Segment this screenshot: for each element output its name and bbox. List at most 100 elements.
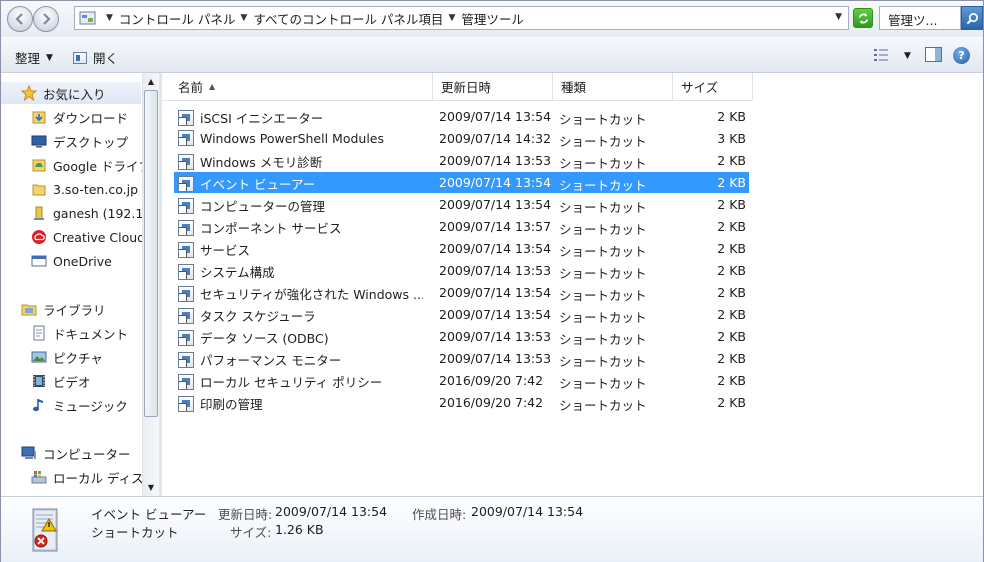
nav-item-creative-cloud[interactable]: Creative Cloud bbox=[1, 226, 145, 248]
file-row[interactable]: 印刷の管理 2016/09/20 7:42 ショートカット 2 KB bbox=[174, 392, 749, 413]
scroll-up-icon[interactable]: ▲ bbox=[143, 73, 159, 89]
forward-button[interactable] bbox=[33, 6, 59, 32]
nav-item-onedrive[interactable]: OneDrive bbox=[1, 250, 112, 272]
file-row[interactable]: iSCSI イニシエーター 2009/07/14 13:54 ショートカット 2 KB bbox=[174, 106, 749, 127]
nav-item-ganesh[interactable]: ganesh (192.16 bbox=[1, 202, 151, 224]
shortcut-icon bbox=[178, 175, 194, 192]
view-options-icon[interactable] bbox=[873, 47, 889, 63]
breadcrumb-all-items[interactable]: すべてのコントロール パネル項目 bbox=[253, 9, 443, 28]
onedrive-icon bbox=[31, 253, 47, 269]
file-date: 2009/07/14 13:54 bbox=[439, 197, 552, 212]
scrollbar-thumb[interactable] bbox=[144, 90, 158, 417]
file-row[interactable]: タスク スケジューラ 2009/07/14 13:54 ショートカット 2 KB bbox=[174, 304, 749, 325]
view-dropdown-icon[interactable]: ▼ bbox=[904, 51, 911, 61]
arrow-right-icon bbox=[43, 13, 51, 25]
file-row[interactable]: イベント ビューアー 2009/07/14 13:54 ショートカット 2 KB bbox=[174, 172, 749, 193]
control-panel-icon bbox=[79, 11, 96, 25]
nav-item-downloads[interactable]: ダウンロード bbox=[1, 106, 128, 128]
shortcut-icon bbox=[178, 153, 194, 170]
event-viewer-icon bbox=[32, 508, 58, 552]
column-header-size[interactable]: サイズ bbox=[673, 73, 753, 100]
file-row[interactable]: システム構成 2009/07/14 13:53 ショートカット 2 KB bbox=[174, 260, 749, 281]
shortcut-icon bbox=[178, 395, 194, 412]
file-date: 2009/07/14 13:53 bbox=[439, 153, 552, 168]
file-name-cell: ローカル セキュリティ ポリシー bbox=[178, 372, 423, 391]
nav-favorites-label: お気に入り bbox=[43, 86, 106, 102]
breadcrumb-separator-icon[interactable]: ▼ bbox=[448, 13, 455, 23]
details-modified-value: 2009/07/14 13:54 bbox=[275, 504, 388, 519]
column-header-type[interactable]: 種類 bbox=[553, 73, 673, 100]
file-row[interactable]: コンピューターの管理 2009/07/14 13:54 ショートカット 2 KB bbox=[174, 194, 749, 215]
file-size: 2 KB bbox=[717, 307, 746, 322]
nav-item-desktop[interactable]: デスクトップ bbox=[1, 130, 128, 152]
navigation-pane: お気に入り ダウンロード デスクトップ Google ドライブ 3.so-ten… bbox=[1, 73, 159, 496]
file-row[interactable]: サービス 2009/07/14 13:54 ショートカット 2 KB bbox=[174, 238, 749, 259]
nav-item-so-ten[interactable]: 3.so-ten.co.jp bbox=[1, 178, 138, 200]
breadcrumb-control-panel[interactable]: コントロール パネル bbox=[119, 9, 235, 28]
nav-libraries-label: ライブラリ bbox=[43, 302, 106, 318]
organize-button[interactable]: 整理 ▼ bbox=[15, 48, 53, 67]
arrow-left-icon bbox=[15, 13, 23, 25]
file-row[interactable]: セキュリティが強化された Windows ... 2009/07/14 13:54… bbox=[174, 282, 749, 303]
refresh-button[interactable] bbox=[853, 8, 873, 28]
column-date-label: 更新日時 bbox=[441, 80, 492, 95]
nav-item-documents[interactable]: ドキュメント bbox=[1, 322, 128, 344]
nav-item-label: ganesh (192.16 bbox=[53, 205, 152, 221]
network-folder-icon bbox=[31, 205, 47, 221]
file-date: 2009/07/14 13:54 bbox=[439, 241, 552, 256]
file-name: イベント ビューアー bbox=[200, 177, 316, 192]
file-name: コンピューターの管理 bbox=[200, 199, 326, 214]
help-icon[interactable]: ? bbox=[953, 47, 970, 64]
nav-item-videos[interactable]: ビデオ bbox=[1, 370, 91, 392]
column-header-date[interactable]: 更新日時 bbox=[433, 73, 553, 100]
shortcut-icon bbox=[178, 285, 194, 302]
shortcut-icon bbox=[178, 241, 194, 258]
column-header-name[interactable]: 名前 ▲ bbox=[170, 73, 433, 100]
file-size: 2 KB bbox=[717, 197, 746, 212]
file-date: 2009/07/14 13:54 bbox=[439, 175, 552, 190]
nav-item-google-drive[interactable]: Google ドライブ bbox=[1, 154, 151, 176]
file-size: 3 KB bbox=[717, 131, 746, 146]
shortcut-icon bbox=[178, 307, 194, 324]
file-name-cell: サービス bbox=[178, 240, 423, 259]
nav-favorites[interactable]: お気に入り bbox=[1, 82, 141, 104]
preview-pane-icon[interactable] bbox=[925, 47, 942, 62]
file-row[interactable]: データ ソース (ODBC) 2009/07/14 13:53 ショートカット 2 K… bbox=[174, 326, 749, 347]
file-name-cell: データ ソース (ODBC) bbox=[178, 328, 423, 347]
file-date: 2009/07/14 13:57 bbox=[439, 219, 552, 234]
file-row[interactable]: ローカル セキュリティ ポリシー 2016/09/20 7:42 ショートカット 2 … bbox=[174, 370, 749, 391]
file-type: ショートカット bbox=[559, 376, 647, 391]
open-button[interactable]: 開く bbox=[73, 48, 118, 67]
file-row[interactable]: Windows PowerShell Modules 2009/07/14 14:… bbox=[174, 128, 749, 149]
local-disk-icon bbox=[31, 469, 47, 485]
nav-item-label: Creative Cloud bbox=[53, 229, 146, 245]
search-input[interactable]: 管理ツ... bbox=[879, 6, 961, 30]
back-button[interactable] bbox=[7, 6, 33, 32]
breadcrumb-dropdown-icon[interactable]: ▼ bbox=[106, 13, 113, 23]
google-drive-folder-icon bbox=[31, 157, 47, 173]
documents-icon bbox=[31, 325, 47, 341]
nav-scrollbar[interactable]: ▲ ▼ bbox=[142, 73, 159, 496]
file-row[interactable]: コンポーネント サービス 2009/07/14 13:57 ショートカット 2 KB bbox=[174, 216, 749, 237]
scroll-down-icon[interactable]: ▼ bbox=[143, 479, 159, 495]
address-box[interactable]: ▼ コントロール パネル ▼ すべてのコントロール パネル項目 ▼ 管理ツール … bbox=[74, 6, 849, 30]
search-button[interactable] bbox=[961, 6, 983, 30]
file-type: ショートカット bbox=[559, 156, 647, 171]
file-size: 2 KB bbox=[717, 395, 746, 410]
nav-libraries[interactable]: ライブラリ bbox=[1, 298, 106, 320]
address-history-dropdown-icon[interactable]: ▼ bbox=[835, 12, 842, 22]
breadcrumb-admin-tools[interactable]: 管理ツール bbox=[461, 9, 524, 28]
nav-item-label: 3.so-ten.co.jp bbox=[53, 181, 138, 197]
file-name: iSCSI イニシエーター bbox=[200, 111, 324, 126]
nav-item-local-disk[interactable]: ローカル ディス bbox=[1, 466, 144, 488]
details-file-type: ショートカット bbox=[91, 525, 179, 540]
nav-computer[interactable]: コンピューター bbox=[1, 442, 131, 464]
chevron-down-icon: ▼ bbox=[46, 52, 53, 63]
nav-item-music[interactable]: ミュージック bbox=[1, 394, 128, 416]
file-row[interactable]: Windows メモリ診断 2009/07/14 13:53 ショートカット 2 KB bbox=[174, 150, 749, 171]
details-size-value: 1.26 KB bbox=[275, 522, 324, 537]
nav-item-pictures[interactable]: ピクチャ bbox=[1, 346, 103, 368]
file-row[interactable]: パフォーマンス モニター 2009/07/14 13:53 ショートカット 2 KB bbox=[174, 348, 749, 369]
file-type: ショートカット bbox=[559, 354, 647, 369]
breadcrumb-separator-icon[interactable]: ▼ bbox=[240, 13, 247, 23]
